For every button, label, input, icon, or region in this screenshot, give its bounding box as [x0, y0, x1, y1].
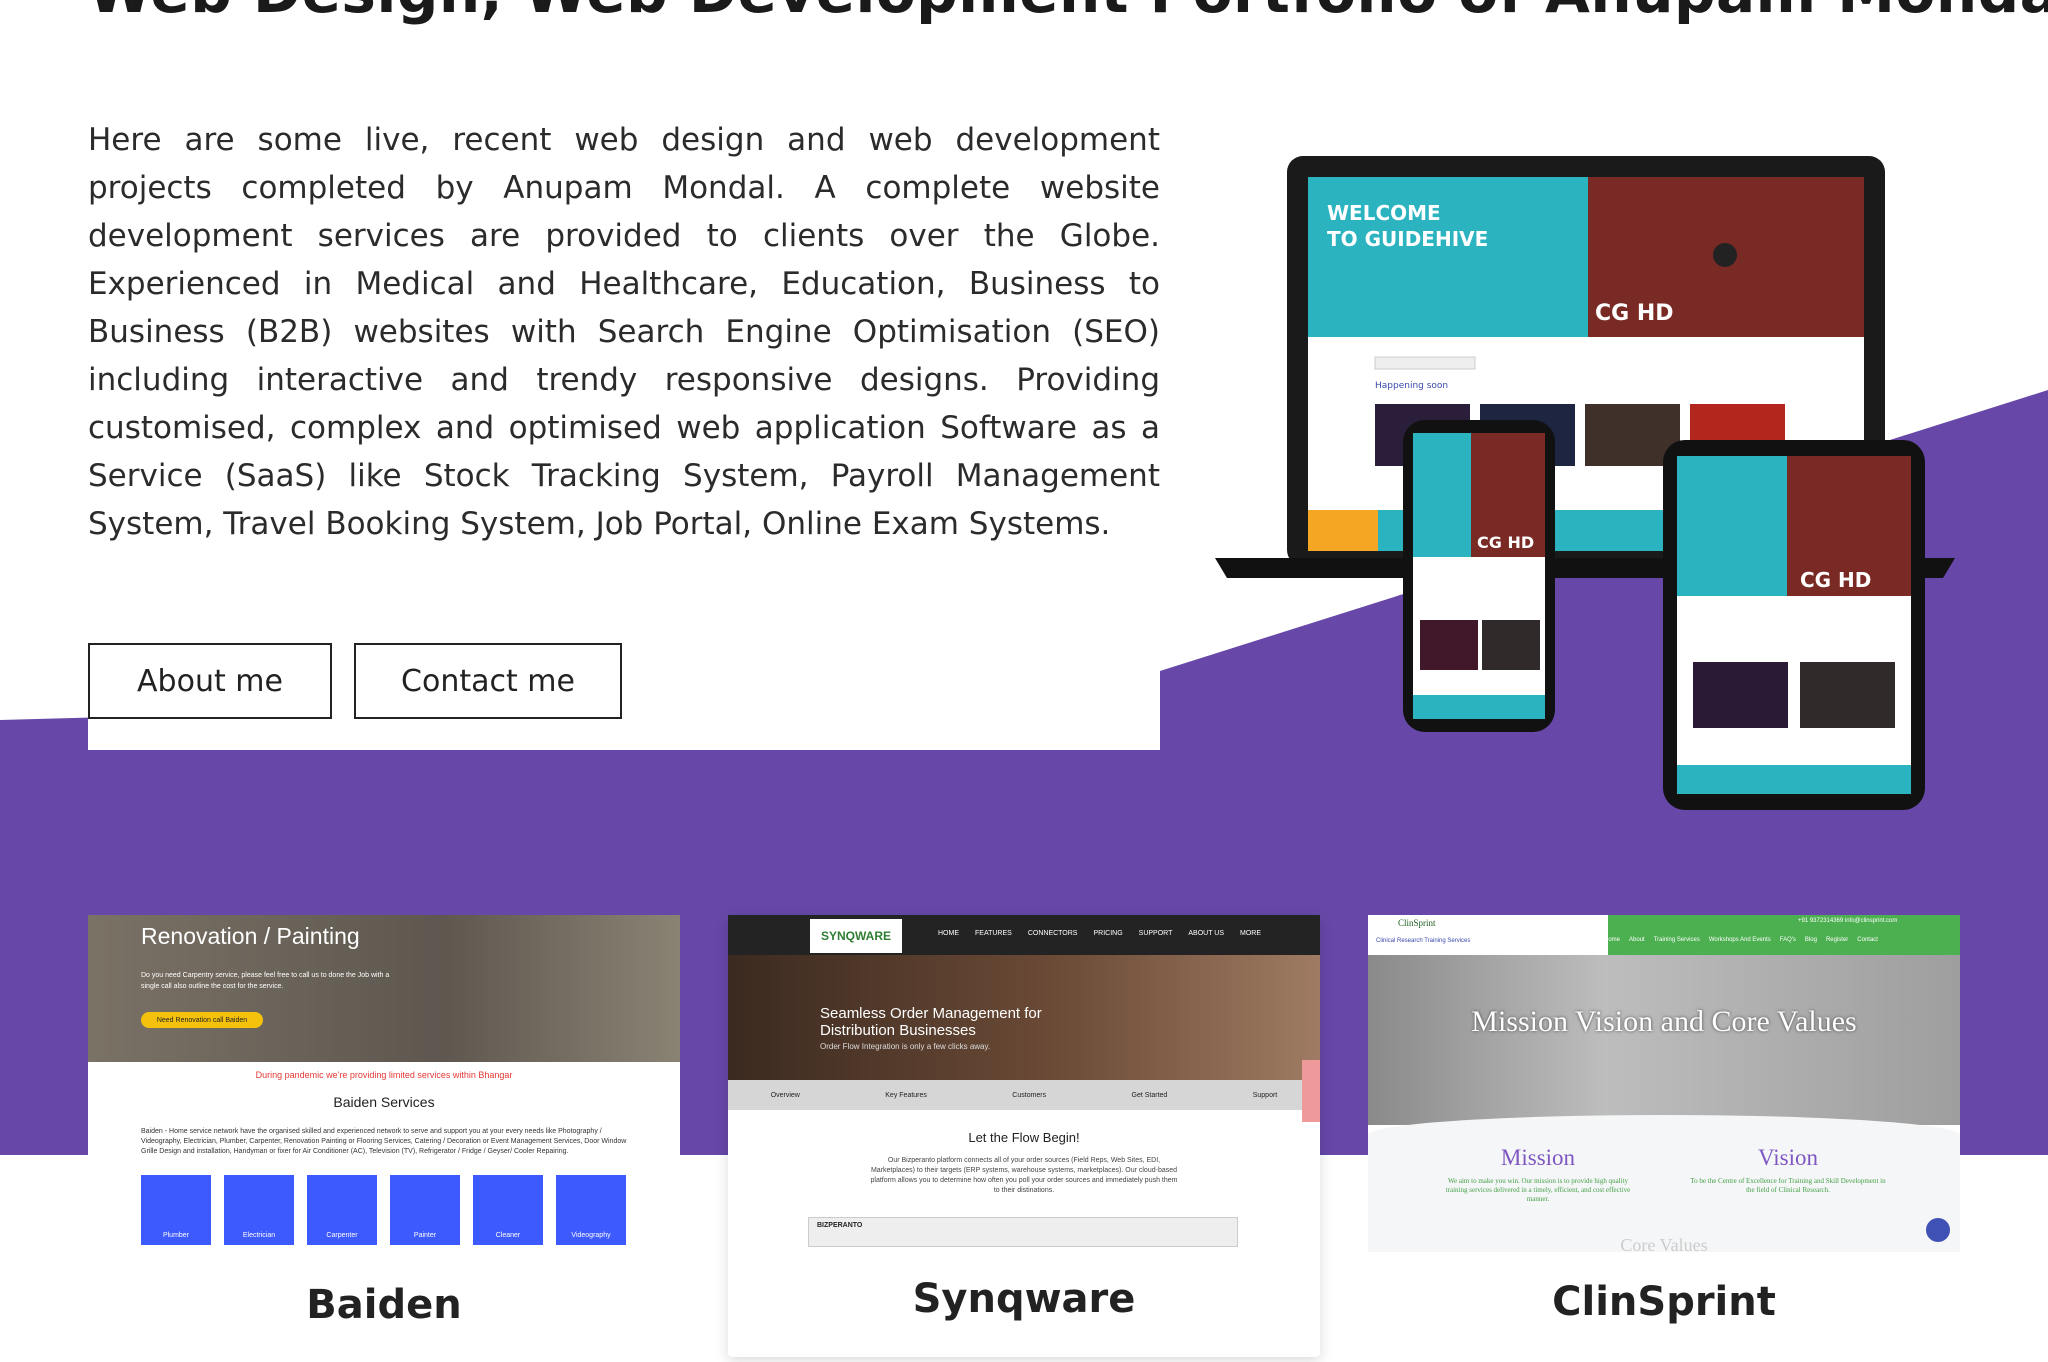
- svg-text:Happening soon: Happening soon: [1375, 381, 1448, 391]
- clinsprint-screenshot[interactable]: ClinSprint Clinical Research Training Se…: [1368, 915, 1960, 1252]
- synqware-body: Let the Flow Begin! Our Bizperanto platf…: [728, 1110, 1320, 1252]
- clinsprint-body: Mission We aim to make you win. Our miss…: [1368, 1115, 1960, 1252]
- cg-hd-badge: CG HD: [1595, 301, 1674, 326]
- page-title: Web Design, Web Development Portfolio of…: [88, 0, 2048, 26]
- menu-item: Workshops And Events: [1708, 937, 1771, 943]
- project-card-synqware[interactable]: SYNQWARE HOME FEATURES CONNECTORS PRICIN…: [728, 915, 1320, 1357]
- clinsprint-menu: Home About Training Services Workshops A…: [1604, 937, 1878, 943]
- synqware-side-tab: [1302, 1060, 1320, 1122]
- responsive-devices-mockup: WELCOME TO GUIDEHIVE CG HD Happening soo…: [1215, 156, 1955, 810]
- about-me-button[interactable]: About me: [88, 643, 332, 719]
- menu-item: SUPPORT: [1138, 930, 1173, 937]
- clinsprint-logo: ClinSprint: [1398, 918, 1436, 928]
- baiden-hero-desc: Do you need Carpentry service, please fe…: [141, 972, 390, 990]
- contact-me-button[interactable]: Contact me: [354, 643, 622, 719]
- menu-item: ABOUT US: [1188, 930, 1225, 937]
- tab: Overview: [770, 1091, 800, 1099]
- synqware-hero-title: Seamless Order Management for Distributi…: [820, 1005, 1042, 1039]
- service-tile: Electrician: [224, 1175, 294, 1245]
- welcome-text: WELCOME: [1327, 201, 1441, 225]
- project-name[interactable]: Baiden: [88, 1282, 680, 1328]
- service-tile: Carpenter: [307, 1175, 377, 1245]
- menu-item: FAQ's: [1779, 937, 1796, 943]
- baiden-services-title: Baiden Services: [333, 1094, 435, 1110]
- tab: Key Features: [885, 1091, 927, 1099]
- baiden-service-tiles: Plumber Electrician Carpenter Painter Cl…: [141, 1175, 626, 1245]
- service-tile-label: Electrician: [242, 1232, 276, 1239]
- core-values-title: Core Values: [1620, 1235, 1708, 1252]
- synqware-hero: Seamless Order Management for Distributi…: [728, 955, 1320, 1080]
- mission-text: We aim to make you win. Our mission is t…: [1445, 1177, 1631, 1203]
- vision-title: Vision: [1758, 1145, 1818, 1170]
- clinsprint-contact: +91 9372314369 info@clinsprint.com: [1798, 918, 1898, 924]
- baiden-hero-title: Renovation / Painting: [141, 923, 360, 949]
- menu-item: FEATURES: [975, 930, 1012, 937]
- intro-paragraph: Here are some live, recent web design an…: [88, 122, 1160, 542]
- service-tile: Painter: [390, 1175, 460, 1245]
- menu-item: Blog: [1804, 937, 1817, 943]
- tab: Customers: [1012, 1091, 1047, 1099]
- messenger-icon: [1926, 1218, 1950, 1242]
- synqware-screenshot[interactable]: SYNQWARE HOME FEATURES CONNECTORS PRICIN…: [728, 915, 1320, 1252]
- svg-text:CG HD: CG HD: [1477, 533, 1534, 552]
- menu-item: About: [1629, 937, 1645, 943]
- vision-text: To be the Centre of Excellence for Train…: [1690, 1177, 1886, 1194]
- clinsprint-hero: Mission Vision and Core Values: [1368, 955, 1960, 1125]
- synqware-flow-title: Let the Flow Begin!: [968, 1130, 1080, 1145]
- project-card-baiden[interactable]: Renovation / Painting Do you need Carpen…: [88, 915, 680, 1328]
- menu-item: CONNECTORS: [1027, 930, 1078, 937]
- project-card-clinsprint[interactable]: ClinSprint Clinical Research Training Se…: [1368, 915, 1960, 1325]
- service-tile: Cleaner: [473, 1175, 543, 1245]
- baiden-hero: Renovation / Painting Do you need Carpen…: [88, 915, 680, 1062]
- mission-title: Mission: [1500, 1145, 1576, 1170]
- menu-item: HOME: [938, 930, 959, 937]
- clinsprint-tagline: Clinical Research Training Services: [1376, 938, 1471, 944]
- menu-item: PRICING: [1093, 930, 1123, 937]
- service-tile-label: Plumber: [162, 1232, 190, 1239]
- service-tile-label: Carpenter: [326, 1232, 358, 1239]
- service-tile-label: Videography: [571, 1232, 611, 1239]
- baiden-about: Baiden - Home service network have the o…: [141, 1128, 627, 1155]
- menu-item: MORE: [1240, 930, 1262, 937]
- synqware-flow-text: Our Bizperanto platform connects all of …: [870, 1157, 1178, 1194]
- svg-text:TO GUIDEHIVE: TO GUIDEHIVE: [1327, 227, 1488, 251]
- synqware-tabs: Overview Key Features Customers Get Star…: [728, 1080, 1320, 1110]
- clinsprint-header: ClinSprint Clinical Research Training Se…: [1368, 915, 1960, 955]
- synqware-logo: SYNQWARE: [810, 919, 902, 953]
- svg-text:CG HD: CG HD: [1800, 568, 1871, 592]
- menu-item: Register: [1825, 937, 1849, 943]
- project-name[interactable]: ClinSprint: [1368, 1279, 1960, 1325]
- synqware-menu: HOME FEATURES CONNECTORS PRICING SUPPORT…: [938, 930, 1261, 937]
- clinsprint-vision: Vision To be the Centre of Excellence fo…: [1688, 1145, 1888, 1195]
- synqware-hero-sub: Order Flow Integration is only a few cli…: [820, 1042, 991, 1051]
- service-tile: Plumber: [141, 1175, 211, 1245]
- baiden-pandemic-note: During pandemic we're providing limited …: [255, 1070, 513, 1080]
- baiden-cta: Need Renovation call Baiden: [141, 1012, 263, 1028]
- clinsprint-hero-title: Mission Vision and Core Values: [1471, 1005, 1857, 1038]
- menu-item: Home: [1604, 937, 1621, 943]
- clinsprint-mission: Mission We aim to make you win. Our miss…: [1438, 1145, 1638, 1204]
- menu-item: Contact: [1857, 937, 1878, 943]
- tab: Support: [1252, 1091, 1278, 1099]
- synqware-app-preview: BIZPERANTO: [808, 1217, 1238, 1247]
- service-tile: Videography: [556, 1175, 626, 1245]
- menu-item: Training Services: [1653, 937, 1700, 943]
- baiden-screenshot[interactable]: Renovation / Painting Do you need Carpen…: [88, 915, 680, 1252]
- synqware-app-label: BIZPERANTO: [817, 1222, 863, 1229]
- tab: Get Started: [1131, 1091, 1168, 1099]
- project-name[interactable]: Synqware: [728, 1276, 1320, 1322]
- service-tile-label: Cleaner: [495, 1232, 521, 1239]
- baiden-body: During pandemic we're providing limited …: [88, 1062, 680, 1252]
- service-tile-label: Painter: [413, 1232, 437, 1239]
- synqware-nav: SYNQWARE HOME FEATURES CONNECTORS PRICIN…: [728, 915, 1320, 955]
